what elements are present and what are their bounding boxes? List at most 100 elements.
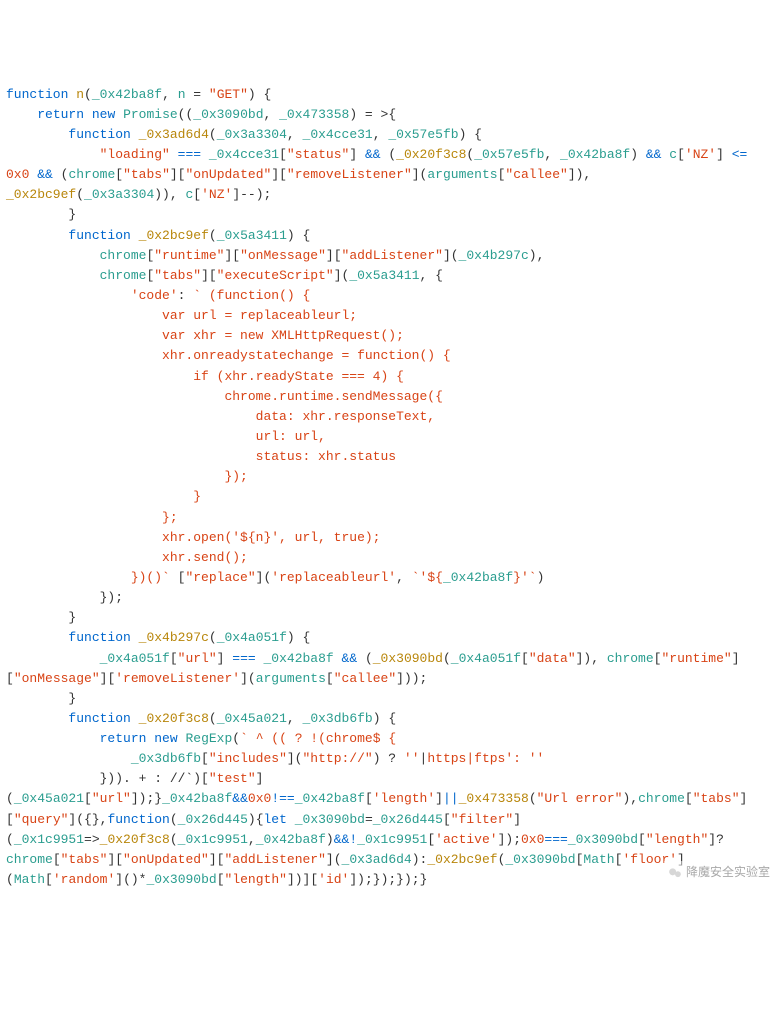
code-token-str: }); xyxy=(224,469,247,484)
code-token-pln xyxy=(84,107,92,122)
code-token-str: 'NZ' xyxy=(201,187,232,202)
code-token-pln xyxy=(6,711,68,726)
code-token-str: xhr.onreadystatechange = function() { xyxy=(162,348,451,363)
code-token-str: "onUpdated" xyxy=(185,167,271,182)
code-token-str: "onUpdated" xyxy=(123,852,209,867)
code-token-obf: _0x1c9951 xyxy=(14,832,84,847)
code-token-brk: ]( xyxy=(443,248,459,263)
code-token-brk: ])][ xyxy=(287,872,318,887)
code-token-str: "executeScript" xyxy=(217,268,334,283)
code-token-op: && xyxy=(342,651,358,666)
code-token-pln xyxy=(6,510,162,525)
code-token-str: "tabs" xyxy=(693,791,740,806)
code-token-pln xyxy=(6,228,68,243)
code-token-pln xyxy=(6,489,193,504)
code-token-brk: ] xyxy=(349,147,365,162)
code-token-str: "tabs" xyxy=(61,852,108,867)
code-token-kw: function xyxy=(107,812,169,827)
code-token-str: "query" xyxy=(14,812,69,827)
code-token-str: })()` xyxy=(131,570,170,585)
code-token-kw: new xyxy=(154,731,177,746)
code-token-brk: ][ xyxy=(170,167,186,182)
code-token-brk: ( xyxy=(381,147,397,162)
code-token-brk: [ xyxy=(326,671,334,686)
code-token-str: "tabs" xyxy=(154,268,201,283)
code-token-pln xyxy=(131,127,139,142)
code-token-brk: ( xyxy=(76,187,84,202)
code-token-brk: ( xyxy=(209,630,217,645)
code-token-pln xyxy=(6,449,256,464)
code-token-brk: , xyxy=(373,127,389,142)
code-token-op: && xyxy=(365,147,381,162)
code-token-brk: , { xyxy=(420,268,443,283)
code-token-brk: ][ xyxy=(224,248,240,263)
code-token-obf: _0x57e5fb xyxy=(388,127,458,142)
code-token-str: }; xyxy=(162,510,178,525)
code-token-brk: [ xyxy=(115,167,123,182)
code-token-str: "onMessage" xyxy=(14,671,100,686)
code-token-op: || xyxy=(443,791,459,806)
code-token-kw: function xyxy=(68,711,130,726)
code-token-kw: function xyxy=(6,87,68,102)
code-token-op: <= xyxy=(732,147,748,162)
code-token-brk: , xyxy=(287,127,303,142)
code-token-brk: ( xyxy=(529,791,537,806)
code-token-str: "status" xyxy=(287,147,349,162)
code-token-obf: _0x4cce31 xyxy=(303,127,373,142)
code-token-str: "tabs" xyxy=(123,167,170,182)
code-token-pln xyxy=(6,429,256,444)
code-token-str: "url" xyxy=(92,791,131,806)
code-token-brk: } xyxy=(6,691,76,706)
code-token-obf: _0x4b297c xyxy=(459,248,529,263)
code-token-kw: new xyxy=(92,107,115,122)
code-token-brk: [ xyxy=(201,751,209,766)
code-token-brk: ][ xyxy=(201,268,217,283)
code-token-pln xyxy=(6,731,100,746)
code-token-brk: ]); xyxy=(498,832,521,847)
code-token-brk: ), xyxy=(622,791,638,806)
code-token-brk: , xyxy=(264,107,280,122)
code-token-obf: _0x42ba8f xyxy=(295,791,365,806)
code-token-pln xyxy=(6,248,100,263)
code-token-pln xyxy=(170,147,178,162)
code-token-str: xhr.open('${n}', url, true); xyxy=(162,530,380,545)
code-token-str: '' xyxy=(404,751,420,766)
code-token-pln: ( xyxy=(53,167,69,182)
code-token-id: chrome xyxy=(607,651,654,666)
code-token-brk: , xyxy=(248,832,256,847)
code-token-obf: _0x26d445 xyxy=(178,812,248,827)
code-token-brk: ): xyxy=(412,852,428,867)
code-token-brk: ) { xyxy=(248,87,271,102)
code-token-brk: ]), xyxy=(568,167,591,182)
code-token-id: chrome xyxy=(100,248,147,263)
code-token-str: chrome.runtime.sendMessage({ xyxy=(224,389,442,404)
code-token-str: "loading" xyxy=(100,147,170,162)
code-token-brk: [ xyxy=(677,147,685,162)
code-token-kw: function xyxy=(68,228,130,243)
code-token-brk: )), xyxy=(154,187,185,202)
code-token-call: _0x473358 xyxy=(459,791,529,806)
code-token-pln xyxy=(6,570,131,585)
code-token-pln xyxy=(6,268,100,283)
code-token-pln xyxy=(6,409,256,424)
code-token-pln xyxy=(6,389,224,404)
code-token-pln xyxy=(6,348,162,363)
watermark: 降魔安全实验室 xyxy=(664,861,774,884)
code-token-str: 'active' xyxy=(435,832,497,847)
code-token-str: "callee" xyxy=(334,671,396,686)
code-token-brk: ] xyxy=(217,651,233,666)
code-token-brk: ) xyxy=(537,570,545,585)
code-token-brk: ]);} xyxy=(131,791,162,806)
code-token-pln xyxy=(6,328,162,343)
code-token-obf: _0x26d445 xyxy=(373,812,443,827)
code-token-brk: ( xyxy=(6,832,14,847)
code-token-brk: ) ? xyxy=(373,751,404,766)
code-token-brk: ) { xyxy=(459,127,482,142)
code-token-str: "Url error" xyxy=(537,791,623,806)
code-token-kw: return xyxy=(100,731,147,746)
code-token-pln xyxy=(6,369,193,384)
code-token-brk: ( xyxy=(443,651,451,666)
code-token-brk: [ xyxy=(427,832,435,847)
code-token-kw: function xyxy=(68,630,130,645)
code-token-brk: [ xyxy=(84,791,92,806)
